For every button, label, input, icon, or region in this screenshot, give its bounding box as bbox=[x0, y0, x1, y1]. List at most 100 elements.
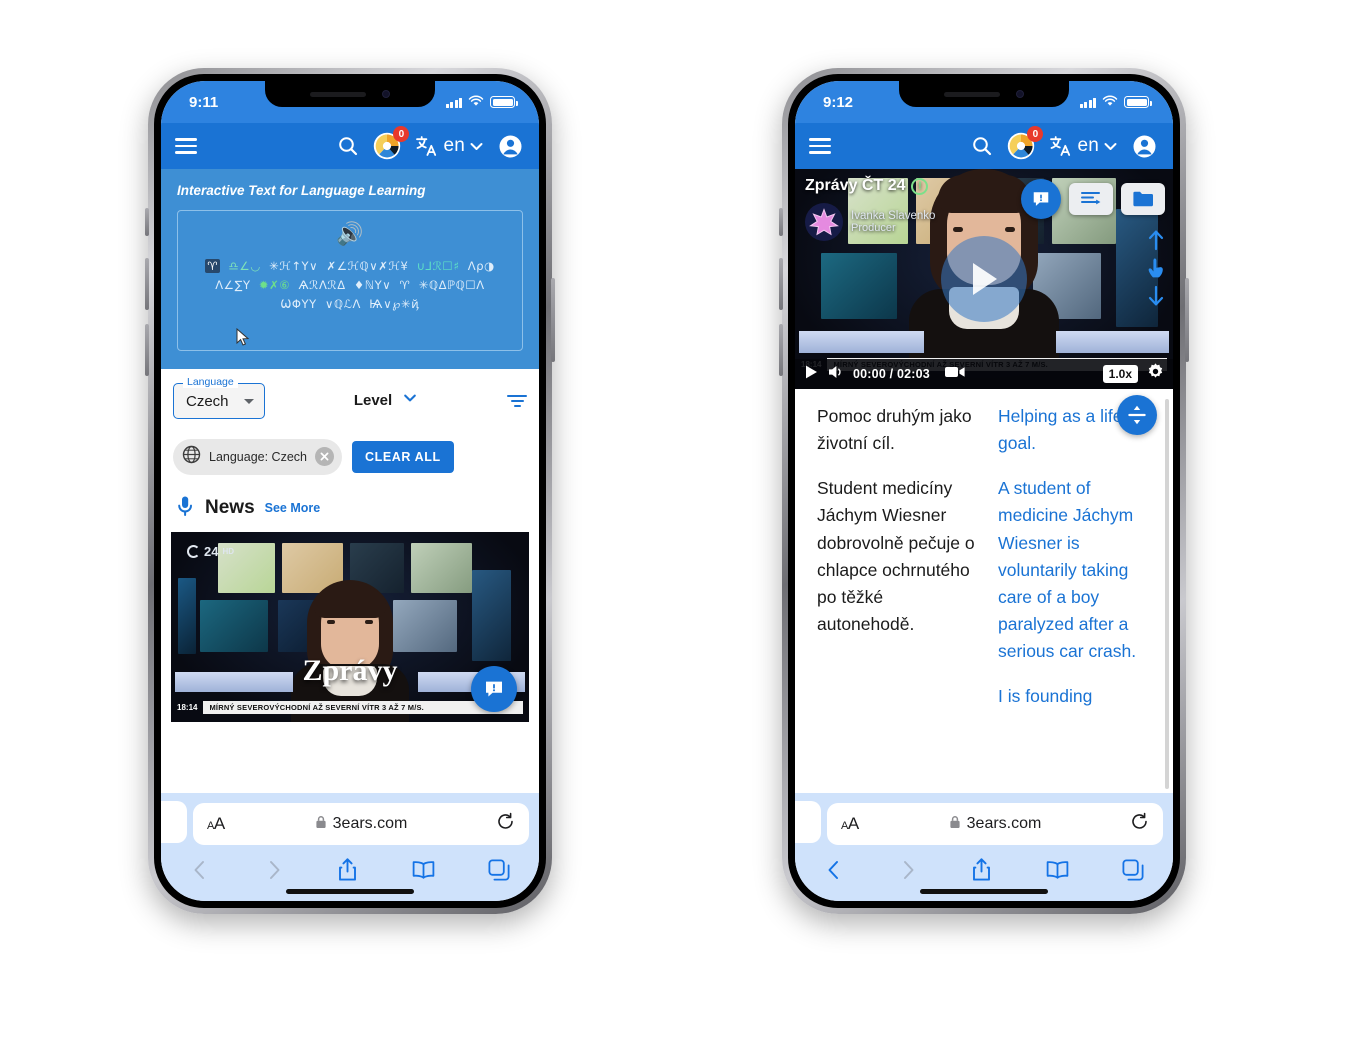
reader-scrollbar[interactable] bbox=[1165, 399, 1169, 789]
search-icon[interactable] bbox=[970, 134, 994, 158]
mute-switch[interactable] bbox=[145, 208, 149, 236]
source-paragraph[interactable]: Pomoc druhým jako životní cíl. bbox=[817, 403, 982, 457]
channel-title-text: Zprávy ČT 24 bbox=[805, 177, 906, 194]
alert-chat-icon[interactable] bbox=[1021, 179, 1061, 219]
app-header-right: 0 en bbox=[795, 123, 1173, 169]
channel-title-overlay: Zprávy ČT 24 ! bbox=[805, 177, 929, 195]
volume-down-button[interactable] bbox=[145, 324, 149, 376]
language-selector[interactable]: en bbox=[1048, 134, 1119, 158]
producer-credit: Ivanka Slavenko Producer bbox=[805, 203, 935, 241]
globe-icon bbox=[182, 445, 201, 469]
home-indicator[interactable] bbox=[920, 889, 1048, 894]
text-size-button[interactable]: AA bbox=[841, 814, 859, 834]
glyph-text[interactable]: ♈ ♎∠◡ ✳ℋ↑Υ∨ ✗∠ℋℚ∨✗ℋ¥ ∪⅃ℛ☐♯ Λρ◑ Λ∠∑Υ ✹✗⑥ … bbox=[188, 257, 512, 314]
mute-switch[interactable] bbox=[779, 208, 783, 236]
microphone-icon bbox=[175, 495, 195, 522]
thumb-overlay-title: Zprávy bbox=[302, 653, 398, 687]
progress-donut-icon[interactable]: 0 bbox=[1007, 126, 1044, 160]
phone-mockup-left: 9:11 0 en Interactive Text for Language … bbox=[145, 68, 555, 914]
chevron-left-icon[interactable] bbox=[189, 858, 211, 887]
news-video-thumbnail[interactable]: 24 HD Zprávy 18:14 MÍRNÝ SEVEROVÝCHODNÍ … bbox=[171, 531, 529, 722]
arrow-down-icon[interactable] bbox=[1145, 285, 1167, 312]
video-player[interactable]: Zprávy ČT 24 ! Ivanka Slavenko Producer bbox=[795, 169, 1173, 389]
bilingual-reader[interactable]: Pomoc druhým jako životní cíl. Student m… bbox=[795, 389, 1173, 793]
power-button[interactable] bbox=[551, 278, 555, 362]
search-icon[interactable] bbox=[336, 134, 360, 158]
address-bar[interactable]: AA 3ears.com bbox=[193, 803, 529, 845]
close-circle-icon[interactable] bbox=[315, 447, 334, 467]
cellular-bars-icon bbox=[445, 97, 462, 108]
star-avatar-icon bbox=[805, 203, 843, 241]
volume-icon[interactable] bbox=[827, 364, 845, 385]
notch bbox=[899, 81, 1069, 107]
see-more-link[interactable]: See More bbox=[265, 501, 321, 515]
address-bar[interactable]: AA 3ears.com bbox=[827, 803, 1163, 845]
progress-badge: 0 bbox=[1027, 126, 1044, 142]
chevron-right-icon[interactable] bbox=[263, 858, 285, 887]
producer-name: Ivanka Slavenko bbox=[851, 210, 936, 222]
picture-in-picture-icon[interactable] bbox=[944, 364, 966, 385]
account-circle-icon[interactable] bbox=[1132, 134, 1157, 159]
earpiece-speaker bbox=[944, 91, 1000, 97]
home-indicator[interactable] bbox=[286, 889, 414, 894]
safari-toolbar bbox=[171, 845, 529, 887]
reload-icon[interactable] bbox=[496, 812, 515, 836]
tap-hand-icon[interactable] bbox=[1145, 256, 1167, 285]
news-list: 24 HD Zprávy 18:14 MÍRNÝ SEVEROVÝCHODNÍ … bbox=[161, 522, 539, 722]
interactive-text-box[interactable]: 🔊 ♈ ♎∠◡ ✳ℋ↑Υ∨ ✗∠ℋℚ∨✗ℋ¥ ∪⅃ℛ☐♯ Λρ◑ Λ∠∑Υ ✹✗… bbox=[177, 210, 523, 351]
chevron-left-icon[interactable] bbox=[823, 858, 845, 887]
chevron-right-icon[interactable] bbox=[897, 858, 919, 887]
translation-paragraph[interactable]: A student of medicine Jáchym Wiesner is … bbox=[998, 475, 1163, 665]
share-icon[interactable] bbox=[970, 857, 993, 887]
lower-third-left bbox=[799, 331, 924, 353]
battery-icon bbox=[490, 96, 518, 108]
account-circle-icon[interactable] bbox=[498, 134, 523, 159]
volume-up-button[interactable] bbox=[779, 258, 783, 310]
filter-chip-language[interactable]: Language: Czech bbox=[173, 438, 342, 475]
hamburger-menu-icon[interactable] bbox=[809, 138, 831, 154]
playback-speed-button[interactable]: 1.0x bbox=[1102, 365, 1138, 383]
language-select-value: Czech bbox=[186, 392, 229, 410]
text-size-button[interactable]: AA bbox=[207, 814, 225, 834]
book-icon[interactable] bbox=[411, 859, 436, 886]
chevron-down-icon bbox=[1102, 138, 1119, 155]
tabs-icon[interactable] bbox=[1121, 858, 1145, 887]
tabs-icon[interactable] bbox=[487, 858, 511, 887]
play-icon[interactable] bbox=[803, 364, 819, 385]
progress-donut-icon[interactable]: 0 bbox=[373, 126, 410, 160]
play-overlay-icon[interactable] bbox=[941, 236, 1027, 322]
volume-down-button[interactable] bbox=[779, 324, 783, 376]
speaker-volume-icon[interactable]: 🔊 bbox=[188, 223, 512, 245]
book-icon[interactable] bbox=[1045, 859, 1070, 886]
alert-chat-icon[interactable] bbox=[471, 665, 517, 712]
gear-icon[interactable] bbox=[1146, 362, 1165, 386]
folder-icon[interactable] bbox=[1121, 183, 1165, 215]
url-text: 3ears.com bbox=[966, 815, 1042, 832]
language-code: en bbox=[1077, 135, 1099, 156]
player-resize-control[interactable] bbox=[1145, 229, 1167, 312]
language-selector[interactable]: en bbox=[414, 134, 485, 158]
glyph-selected-word[interactable]: ♈ bbox=[205, 259, 221, 273]
share-icon[interactable] bbox=[336, 857, 359, 887]
translation-paragraph[interactable]: I is founding bbox=[998, 683, 1163, 710]
clear-all-button[interactable]: CLEAR ALL bbox=[352, 440, 454, 473]
hamburger-menu-icon[interactable] bbox=[175, 138, 197, 154]
ticker-time: 18:14 bbox=[177, 703, 198, 713]
channel-logo: 24 HD bbox=[187, 544, 234, 559]
caret-down-icon bbox=[244, 398, 254, 404]
transcript-lines-icon[interactable] bbox=[1069, 183, 1113, 215]
arrow-up-icon[interactable] bbox=[1145, 229, 1167, 256]
power-button[interactable] bbox=[1185, 278, 1189, 362]
language-select[interactable]: Language Czech bbox=[173, 375, 265, 419]
split-view-icon[interactable] bbox=[1117, 395, 1157, 435]
filter-row: Language Czech Level bbox=[173, 375, 527, 419]
level-select[interactable]: Level bbox=[273, 390, 499, 411]
wifi-icon bbox=[1102, 94, 1118, 111]
translate-icon bbox=[414, 134, 440, 158]
volume-up-button[interactable] bbox=[145, 258, 149, 310]
lock-icon bbox=[315, 815, 327, 834]
filter-list-icon[interactable] bbox=[507, 395, 527, 407]
info-circle-icon[interactable]: ! bbox=[911, 177, 929, 195]
source-paragraph[interactable]: Student medicíny Jáchym Wiesner dobrovol… bbox=[817, 475, 982, 638]
reload-icon[interactable] bbox=[1130, 812, 1149, 836]
